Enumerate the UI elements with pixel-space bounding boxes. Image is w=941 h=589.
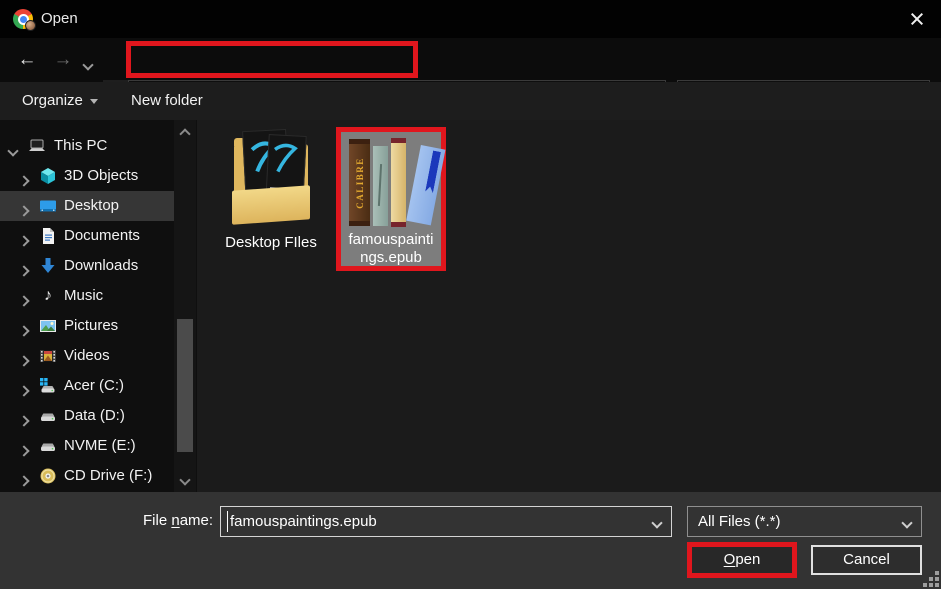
sidebar-item-desktop[interactable]: Desktop (0, 191, 174, 221)
download-arrow-icon (39, 257, 57, 275)
cancel-button[interactable]: Cancel (811, 545, 922, 575)
file-type-value: All Files (*.*) (698, 507, 781, 536)
new-folder-button[interactable]: New folder (131, 82, 203, 120)
chevron-right-icon[interactable] (20, 322, 28, 340)
titlebar: Open (0, 0, 941, 38)
chevron-right-icon[interactable] (20, 352, 28, 370)
chevron-right-icon[interactable] (20, 472, 28, 490)
sidebar-item-drive-c[interactable]: Acer (C:) (0, 371, 174, 401)
chevron-right-icon[interactable] (20, 172, 28, 190)
sidebar-item-downloads[interactable]: Downloads (0, 251, 174, 281)
navigation-bar: ← → ↑ ›This PC›Desktop› ↻ (0, 38, 941, 82)
file-type-select[interactable]: All Files (*.*) (687, 506, 922, 537)
file-name-field-label: File name: (143, 492, 213, 550)
open-button[interactable]: Open (692, 547, 792, 573)
organize-button[interactable]: Organize (22, 82, 98, 120)
document-icon (39, 227, 57, 245)
file-name-label: famouspaintings.epub (346, 231, 436, 267)
chevron-right-icon[interactable] (20, 412, 28, 430)
chevron-down-icon[interactable] (9, 142, 17, 160)
monitor-icon (39, 197, 57, 215)
scroll-up-icon[interactable] (179, 128, 190, 139)
scrollbar-thumb[interactable] (177, 319, 193, 452)
chevron-right-icon[interactable] (20, 292, 28, 310)
file-name-input[interactable]: famouspaintings.epub (220, 506, 672, 537)
close-icon[interactable] (895, 0, 939, 38)
chevron-right-icon[interactable] (20, 442, 28, 460)
sidebar-scrollbar[interactable] (174, 120, 196, 492)
dialog-footer: File name: famouspaintings.epub All File… (0, 492, 941, 589)
bookmark-book (406, 145, 445, 225)
sidebar-item-this-pc[interactable]: This PC (0, 131, 174, 161)
bookmark-ribbon (425, 150, 441, 193)
file-tile-folder[interactable]: Desktop FIles (213, 130, 329, 252)
sidebar-tree: This PC 3D Objects Des (0, 120, 197, 492)
sidebar-item-documents[interactable]: Documents (0, 221, 174, 251)
film-icon (39, 347, 57, 365)
organize-dropdown-icon (90, 99, 98, 104)
sidebar-item-drive-d[interactable]: Data (D:) (0, 401, 174, 431)
chevron-right-icon[interactable] (20, 382, 28, 400)
sidebar-item-pictures[interactable]: Pictures (0, 311, 174, 341)
chrome-icon (13, 9, 33, 29)
text-caret (227, 511, 228, 532)
file-name-label: Desktop FIles (213, 234, 329, 252)
file-tile-epub-annotated[interactable]: CALIBRE famouspaintings.epub (336, 127, 446, 271)
cube-icon (39, 167, 57, 185)
scroll-down-icon[interactable] (179, 474, 190, 485)
drive-icon (39, 437, 57, 455)
forward-button[interactable]: → (48, 38, 78, 82)
file-type-dropdown-chevron-icon[interactable] (901, 517, 912, 528)
resize-grip[interactable] (918, 566, 940, 588)
profile-avatar (25, 20, 36, 31)
chevron-right-icon[interactable] (20, 262, 28, 280)
cd-disc-icon (39, 467, 57, 485)
drive-icon (39, 407, 57, 425)
epub-calibre-icon: CALIBRE (346, 137, 436, 229)
laptop-icon (28, 137, 46, 155)
sidebar-item-cd-drive-f[interactable]: CD Drive (F:) (0, 461, 174, 491)
sidebar-item-drive-e[interactable]: NVME (E:) (0, 431, 174, 461)
recent-locations-chevron-icon[interactable] (84, 56, 92, 74)
calibre-spine-text: CALIBRE (355, 157, 365, 209)
back-button[interactable]: ← (12, 38, 42, 82)
open-file-dialog: Open ← → ↑ ›This PC›Desktop› ↻ (0, 0, 941, 589)
toolbar: Organize New folder ? (0, 82, 941, 120)
folder-icon (231, 130, 311, 226)
windows-drive-icon (39, 377, 57, 395)
file-name-value: famouspaintings.epub (230, 507, 377, 536)
picture-icon (39, 317, 57, 335)
window-title: Open (41, 0, 78, 38)
file-name-dropdown-chevron-icon[interactable] (651, 517, 662, 528)
file-list-area[interactable]: Desktop FIles CALIBRE famouspaintings.ep… (197, 120, 941, 492)
sidebar-item-videos[interactable]: Videos (0, 341, 174, 371)
sidebar-item-music[interactable]: ♪ Music (0, 281, 174, 311)
chevron-right-icon[interactable] (20, 202, 28, 220)
sidebar-item-3d-objects[interactable]: 3D Objects (0, 161, 174, 191)
music-note-icon: ♪ (39, 287, 57, 305)
chevron-right-icon[interactable] (20, 232, 28, 250)
